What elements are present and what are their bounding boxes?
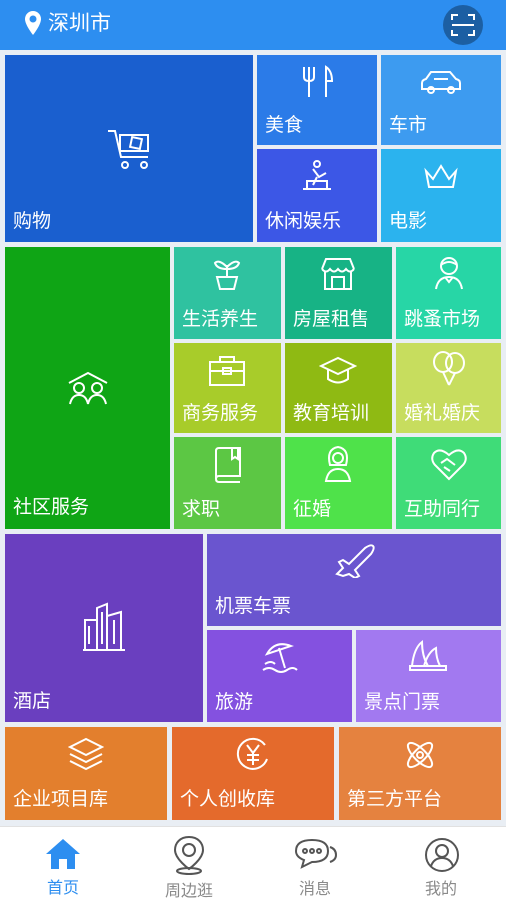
atom-icon <box>406 741 434 769</box>
tile-movie[interactable]: 电影 <box>381 149 501 242</box>
tile-shopping[interactable]: 购物 <box>5 55 253 242</box>
tile-label: 社区服务 <box>13 496 90 518</box>
location-pin-icon[interactable] <box>24 10 42 36</box>
tab-label: 周边逛 <box>164 881 213 900</box>
tile-label: 机票车票 <box>215 595 292 617</box>
handshake-heart-icon <box>431 449 467 481</box>
tile-dating[interactable]: 征婚 <box>285 437 392 529</box>
tile-hotel[interactable]: 酒店 <box>5 534 203 722</box>
tile-label: 电影 <box>389 210 428 232</box>
tab-nearby[interactable]: 周边逛 <box>126 827 252 900</box>
top-bar: 深圳市 <box>0 0 506 50</box>
tile-enterprise[interactable]: 企业项目库 <box>5 727 167 820</box>
tile-flea[interactable]: 跳蚤市场 <box>396 247 501 339</box>
tile-label: 征婚 <box>293 498 332 520</box>
briefcase-icon <box>209 356 245 386</box>
tile-label: 休闲娱乐 <box>265 210 342 232</box>
tile-leisure[interactable]: 休闲娱乐 <box>257 149 377 242</box>
tile-label: 个人创收库 <box>180 788 276 810</box>
tile-mutual[interactable]: 互助同行 <box>396 437 501 529</box>
vendor-person-icon <box>435 257 463 290</box>
opera-house-icon <box>409 640 447 671</box>
tile-label: 车市 <box>389 114 428 136</box>
tab-home[interactable]: 首页 <box>0 827 126 900</box>
leisure-icon <box>303 160 331 190</box>
tab-label: 消息 <box>298 879 331 898</box>
map-pin-icon <box>173 835 205 875</box>
tile-label: 美食 <box>265 114 304 136</box>
bottom-tab-bar: 首页 周边逛 消息 我的 <box>0 826 506 900</box>
beach-umbrella-icon <box>262 643 298 673</box>
graduation-cap-icon <box>319 356 357 384</box>
book-icon <box>215 447 241 483</box>
tile-scenic[interactable]: 景点门票 <box>356 630 501 722</box>
tile-label: 房屋租售 <box>293 308 370 330</box>
tile-label: 酒店 <box>13 690 52 712</box>
tile-label: 互助同行 <box>404 498 481 520</box>
tab-mine[interactable]: 我的 <box>378 827 504 900</box>
sprout-pot-icon <box>213 260 241 290</box>
tile-community[interactable]: 社区服务 <box>5 247 170 529</box>
airplane-icon <box>335 544 375 578</box>
tile-label: 景点门票 <box>364 691 441 713</box>
tile-car[interactable]: 车市 <box>381 55 501 145</box>
balloons-icon <box>433 351 465 386</box>
chat-bubbles-icon <box>294 838 338 869</box>
tile-food[interactable]: 美食 <box>257 55 377 145</box>
shopping-cart-icon <box>108 130 149 169</box>
tile-label: 求职 <box>182 498 221 520</box>
tile-travel[interactable]: 旅游 <box>207 630 352 722</box>
tab-label: 我的 <box>424 879 457 898</box>
layers-icon <box>68 737 104 771</box>
tile-personal[interactable]: 个人创收库 <box>172 727 334 820</box>
tile-health[interactable]: 生活养生 <box>174 247 281 339</box>
buildings-icon <box>83 602 125 651</box>
scan-button[interactable] <box>443 5 483 45</box>
tile-label: 教育培训 <box>293 402 370 424</box>
yen-icon <box>236 737 268 770</box>
city-selector[interactable]: 深圳市 <box>48 8 111 38</box>
storefront-icon <box>321 258 355 290</box>
tile-label: 生活养生 <box>182 308 259 330</box>
tile-label: 婚礼婚庆 <box>404 402 481 424</box>
tile-label: 购物 <box>13 210 52 232</box>
tile-thirdparty[interactable]: 第三方平台 <box>339 727 501 820</box>
people-house-icon <box>68 371 108 405</box>
woman-icon <box>324 445 352 482</box>
home-icon <box>46 839 80 869</box>
tile-label: 商务服务 <box>182 402 259 424</box>
category-grid: 购物 美食 车市 休闲娱乐 电影 社区服务 生活养生 房屋租售 跳蚤市场 商务服… <box>0 50 506 826</box>
tab-label: 首页 <box>46 878 79 897</box>
tile-label: 第三方平台 <box>347 788 443 810</box>
tile-wedding[interactable]: 婚礼婚庆 <box>396 343 501 433</box>
fork-knife-icon <box>303 65 334 97</box>
user-avatar-icon <box>425 838 459 872</box>
tile-education[interactable]: 教育培训 <box>285 343 392 433</box>
tab-messages[interactable]: 消息 <box>252 827 378 900</box>
crown-icon <box>424 164 458 188</box>
tile-tickets[interactable]: 机票车票 <box>207 534 501 626</box>
car-icon <box>421 71 461 94</box>
scan-icon <box>451 14 475 36</box>
tile-rental[interactable]: 房屋租售 <box>285 247 392 339</box>
tile-label: 企业项目库 <box>13 788 109 810</box>
tile-business[interactable]: 商务服务 <box>174 343 281 433</box>
tile-jobs[interactable]: 求职 <box>174 437 281 529</box>
tile-label: 跳蚤市场 <box>404 308 481 330</box>
tile-label: 旅游 <box>215 691 254 713</box>
